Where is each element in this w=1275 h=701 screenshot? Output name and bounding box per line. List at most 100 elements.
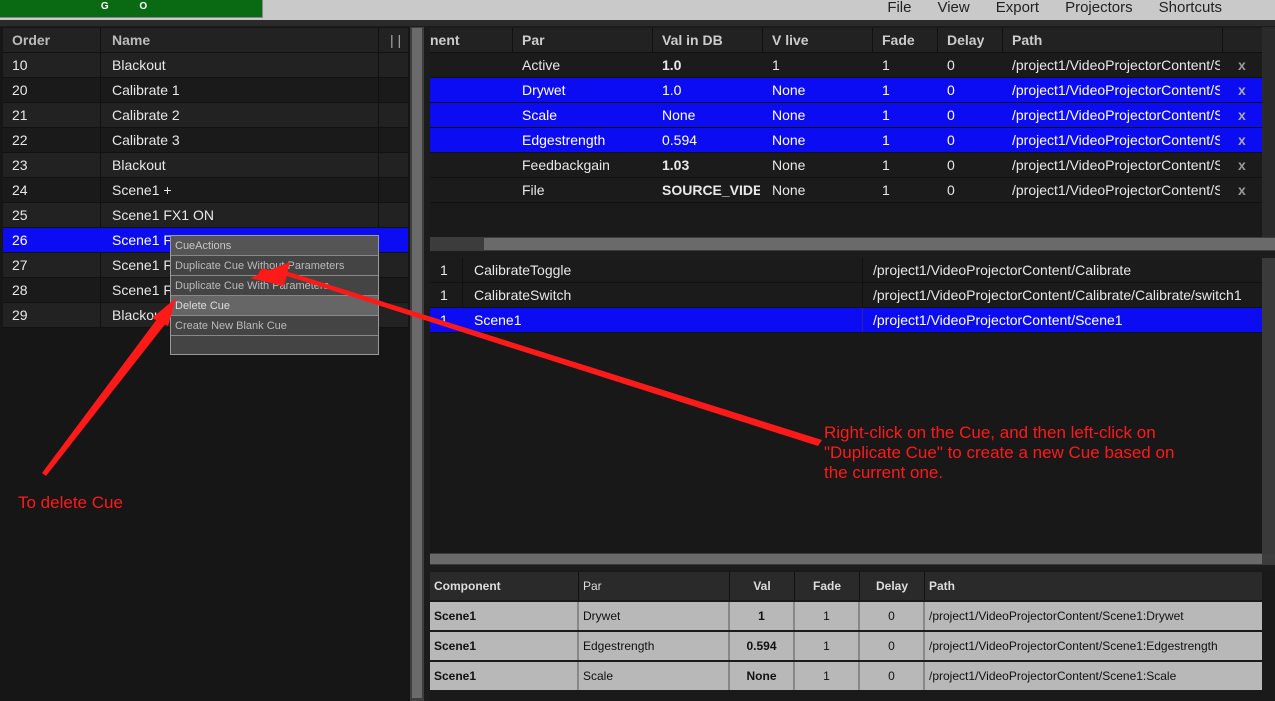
param-fade[interactable]: 1 <box>882 78 890 102</box>
column-header-component[interactable]: nent <box>430 28 460 52</box>
params-horizontal-scrollbar-thumb[interactable] <box>484 238 1275 250</box>
param-value-live: 1 <box>772 57 780 73</box>
param-row-selected[interactable]: Edgestrength 0.594 None 1 0 /project1/Vi… <box>430 128 1262 153</box>
column-header-par[interactable]: Par <box>522 28 545 52</box>
menu-view[interactable]: View <box>924 0 982 18</box>
duplicate-cue-without-parameters-item[interactable]: Duplicate Cue Without Parameters <box>171 256 378 276</box>
param-value-live: None <box>772 182 806 198</box>
column-header-path[interactable]: Path <box>925 572 1262 600</box>
column-header-val[interactable]: Val <box>730 572 795 600</box>
component-row[interactable]: 1 CalibrateToggle /project1/VideoProject… <box>430 258 1262 283</box>
cue-list-scrollbar-thumb[interactable] <box>412 28 422 698</box>
column-header-par[interactable]: Par <box>579 572 730 600</box>
toolbar-divider <box>0 20 1275 26</box>
components-vertical-scrollbar[interactable] <box>1262 258 1275 553</box>
cue-name: Calibrate 1 <box>112 82 180 98</box>
column-header-delay[interactable]: Delay <box>860 572 925 600</box>
cue-value-row[interactable]: Scene1 Drywet 1 1 0 /project1/VideoProje… <box>430 602 1262 630</box>
param-delay[interactable]: 0 <box>947 178 955 202</box>
column-header-delay[interactable]: Delay <box>947 28 984 52</box>
column-header-component[interactable]: Component <box>430 572 579 600</box>
cue-value-val[interactable]: None <box>730 662 795 690</box>
column-header-val-in-db[interactable]: Val in DB <box>662 28 723 52</box>
cue-value-fade[interactable]: 1 <box>795 602 860 630</box>
column-header-v-live[interactable]: V live <box>772 28 809 52</box>
remove-param-icon[interactable]: x <box>1238 103 1246 127</box>
param-path: /project1/VideoProjectorContent/S <box>1012 182 1220 198</box>
cue-value-par: Edgestrength <box>579 632 730 660</box>
param-delay[interactable]: 0 <box>947 153 955 177</box>
cue-order: 20 <box>12 82 28 98</box>
column-divider <box>1002 28 1003 52</box>
column-header-fade[interactable]: Fade <box>795 572 860 600</box>
component-name: CalibrateToggle <box>474 262 572 278</box>
cue-row[interactable]: 25 Scene1 FX1 ON <box>3 203 408 228</box>
param-value-db[interactable]: 1.0 <box>662 78 760 102</box>
remove-param-icon[interactable]: x <box>1238 53 1246 77</box>
column-header-fade[interactable]: Fade <box>882 28 915 52</box>
params-vertical-scrollbar[interactable] <box>1262 27 1275 237</box>
param-delay[interactable]: 0 <box>947 78 955 102</box>
delete-cue-item[interactable]: Delete Cue <box>171 296 378 316</box>
column-divider <box>100 28 101 52</box>
cue-list-header: Order Name | | <box>3 28 408 53</box>
column-header-path[interactable]: Path <box>1012 28 1042 52</box>
param-value-db[interactable]: 1.0 <box>662 53 760 77</box>
cue-value-row[interactable]: Scene1 Scale None 1 0 /project1/VideoPro… <box>430 662 1262 690</box>
cue-name: Blackout <box>112 157 166 173</box>
param-fade[interactable]: 1 <box>882 103 890 127</box>
menu-export[interactable]: Export <box>983 0 1052 18</box>
cue-value-fade[interactable]: 1 <box>795 632 860 660</box>
cue-value-fade[interactable]: 1 <box>795 662 860 690</box>
param-delay[interactable]: 0 <box>947 103 955 127</box>
column-header-order[interactable]: Order <box>12 28 50 52</box>
cue-row[interactable]: 23 Blackout <box>3 153 408 178</box>
component-row-selected[interactable]: 1 Scene1 /project1/VideoProjectorContent… <box>430 308 1262 333</box>
components-horizontal-scrollbar-thumb[interactable] <box>430 554 1262 564</box>
param-value-db[interactable]: 1.03 <box>662 153 760 177</box>
component-row[interactable]: 1 CalibrateSwitch /project1/VideoProject… <box>430 283 1262 308</box>
duplicate-cue-with-parameters-item[interactable]: Duplicate Cue With Parameters <box>171 276 378 296</box>
param-fade[interactable]: 1 <box>882 128 890 152</box>
cue-value-delay[interactable]: 0 <box>860 632 925 660</box>
remove-param-icon[interactable]: x <box>1238 128 1246 152</box>
param-value-db[interactable]: SOURCE_VIDEO <box>662 178 760 202</box>
param-value-db[interactable]: 0.594 <box>662 128 760 152</box>
column-divider <box>100 78 101 102</box>
column-divider <box>378 28 379 52</box>
param-value-db[interactable]: None <box>662 103 760 127</box>
param-row[interactable]: File SOURCE_VIDEO None 1 0 /project1/Vid… <box>430 178 1262 203</box>
column-divider <box>378 103 379 127</box>
column-header-name[interactable]: Name <box>112 28 150 52</box>
cue-row[interactable]: 22 Calibrate 3 <box>3 128 408 153</box>
cue-value-val[interactable]: 0.594 <box>730 632 795 660</box>
remove-param-icon[interactable]: x <box>1238 178 1246 202</box>
cue-row[interactable]: 20 Calibrate 1 <box>3 78 408 103</box>
column-divider <box>100 253 101 277</box>
cue-value-val[interactable]: 1 <box>730 602 795 630</box>
param-fade[interactable]: 1 <box>882 153 890 177</box>
remove-param-icon[interactable]: x <box>1238 78 1246 102</box>
cue-row[interactable]: 10 Blackout <box>3 53 408 78</box>
param-fade[interactable]: 1 <box>882 53 890 77</box>
param-row[interactable]: Feedbackgain 1.03 None 1 0 /project1/Vid… <box>430 153 1262 178</box>
param-row-selected[interactable]: Drywet 1.0 None 1 0 /project1/VideoProje… <box>430 78 1262 103</box>
param-path: /project1/VideoProjectorContent/S <box>1012 57 1220 73</box>
create-new-blank-cue-item[interactable]: Create New Blank Cue <box>171 316 378 336</box>
go-button[interactable]: G O <box>0 0 263 18</box>
cue-value-delay[interactable]: 0 <box>860 662 925 690</box>
param-delay[interactable]: 0 <box>947 128 955 152</box>
cue-row[interactable]: 24 Scene1 + <box>3 178 408 203</box>
menu-projectors[interactable]: Projectors <box>1052 0 1146 18</box>
param-delay[interactable]: 0 <box>947 53 955 77</box>
param-row-selected[interactable]: Scale None None 1 0 /project1/VideoProje… <box>430 103 1262 128</box>
cue-row[interactable]: 21 Calibrate 2 <box>3 103 408 128</box>
cue-value-delay[interactable]: 0 <box>860 602 925 630</box>
param-fade[interactable]: 1 <box>882 178 890 202</box>
menu-shortcuts[interactable]: Shortcuts <box>1146 0 1235 18</box>
cue-value-row[interactable]: Scene1 Edgestrength 0.594 1 0 /project1/… <box>430 632 1262 660</box>
column-resize-handle[interactable]: | | <box>390 28 401 52</box>
remove-param-icon[interactable]: x <box>1238 153 1246 177</box>
param-row[interactable]: Active 1.0 1 1 0 /project1/VideoProjecto… <box>430 53 1262 78</box>
menu-file[interactable]: File <box>874 0 924 18</box>
